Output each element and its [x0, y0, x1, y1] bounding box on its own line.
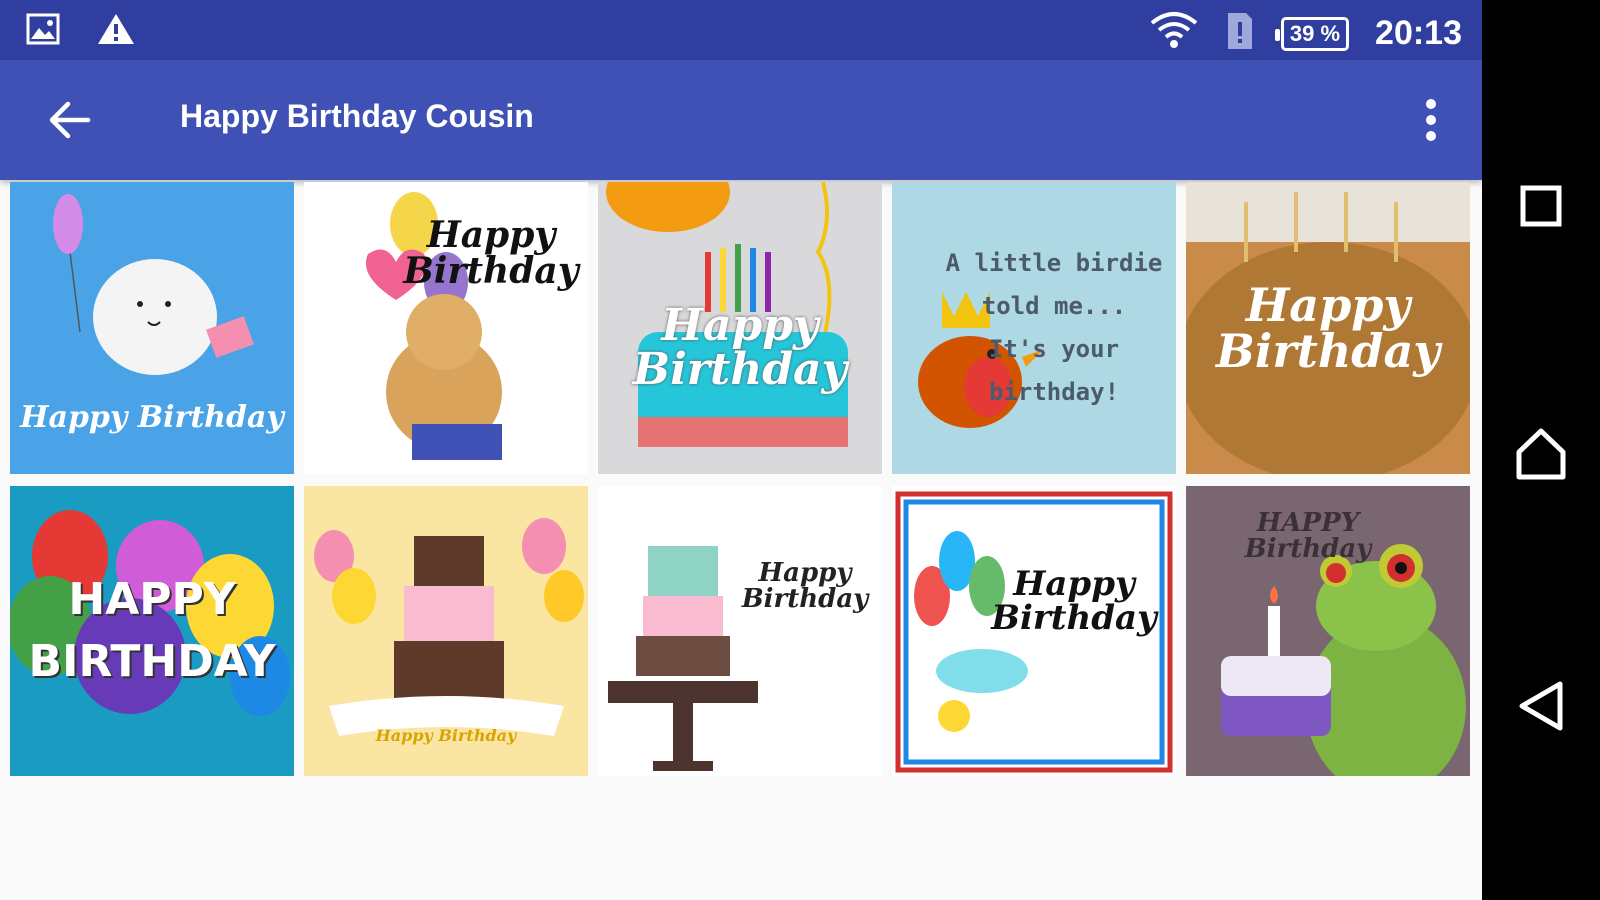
card-caption: Happy Birthday: [375, 726, 517, 745]
card-framed-balloons[interactable]: Happy Birthday: [892, 486, 1176, 776]
card-caption: Happy Birthday: [991, 564, 1157, 638]
home-icon: [1516, 428, 1566, 480]
overflow-menu-button[interactable]: [1406, 90, 1456, 150]
image-notification-icon: [26, 13, 60, 50]
status-bar: 39 % 20:13: [0, 0, 1482, 60]
system-icons: 39 % 20:13: [1149, 10, 1462, 57]
recents-square-icon: [1520, 185, 1562, 227]
card-caption: Happy Birthday: [20, 400, 284, 435]
warning-icon: [96, 12, 136, 51]
card-polar-bear[interactable]: Happy Birthday: [10, 182, 294, 474]
card-frog[interactable]: HAPPY Birthday: [1186, 486, 1470, 776]
recents-button[interactable]: [1511, 176, 1571, 236]
app-bar: Happy Birthday Cousin: [0, 60, 1482, 180]
battery-indicator: 39 %: [1274, 16, 1350, 51]
card-caption: HAPPY BIRTHDAY: [28, 574, 276, 687]
clock: 20:13: [1375, 14, 1462, 52]
home-button[interactable]: [1511, 424, 1571, 484]
card-tiered-cake[interactable]: Happy Birthday: [304, 486, 588, 776]
notification-icons: [26, 12, 136, 51]
page-title: Happy Birthday Cousin: [180, 98, 534, 134]
card-pool-balloons[interactable]: HAPPY BIRTHDAY: [10, 486, 294, 776]
more-vert-icon: [1426, 99, 1436, 141]
back-triangle-icon: [1519, 681, 1563, 731]
card-caption: Happy Birthday: [741, 558, 869, 614]
arrow-back-icon: [49, 101, 91, 139]
navigation-bar: [1482, 0, 1600, 900]
back-button[interactable]: [40, 90, 100, 150]
screen: 39 % 20:13 Happy Birthday Cousin Happy B…: [0, 0, 1482, 900]
card-image: [598, 486, 882, 776]
card-teal-cake[interactable]: Happy Birthday: [598, 182, 882, 474]
card-grid: Happy Birthday Happy Birthday Happy Birt…: [10, 182, 1470, 776]
sim-alert-icon: [1225, 10, 1255, 57]
card-teddy-bear[interactable]: Happy Birthday: [304, 182, 588, 474]
card-caption: HAPPY Birthday: [1244, 508, 1372, 564]
card-pink-cake[interactable]: Happy Birthday: [598, 486, 882, 776]
wifi-icon: [1149, 11, 1199, 56]
card-little-birdie[interactable]: A little birdie told me... It's your bir…: [892, 182, 1176, 474]
card-nut-cake[interactable]: Happy Birthday: [1186, 182, 1470, 474]
card-caption: Happy Birthday: [1216, 278, 1440, 378]
back-nav-button[interactable]: [1511, 676, 1571, 736]
card-caption: Happy Birthday: [632, 300, 848, 395]
card-caption: A little birdie told me... It's your bir…: [945, 248, 1163, 407]
card-caption: Happy Birthday: [403, 214, 579, 292]
